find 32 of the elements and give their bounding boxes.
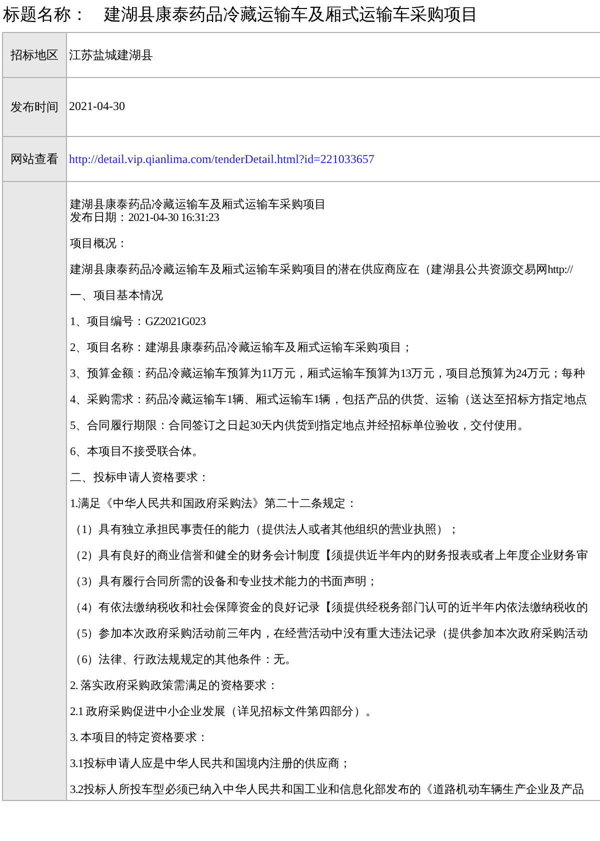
content-paragraph: 6、本项目不接受联合体。 — [70, 445, 205, 459]
field-value: 江苏盐城建湖县 — [69, 47, 153, 64]
content-paragraph: （5）参加本次政府采购活动前三年内，在经营活动中没有重大违法记录（提供参加本次政府采购活动 — [70, 627, 590, 641]
field-label: 网站查看 — [3, 137, 67, 181]
content-paragraph: 5、合同履行期限：合同签订之日起30天内供货到指定地点并经招标单位验收，交付使用。 — [70, 419, 530, 433]
content-paragraph: 项目概况： — [70, 237, 130, 251]
content-paragraph: 3.1投标申请人应是中华人民共和国境内注册的供应商； — [70, 757, 352, 771]
content-heading: 建湖县康泰药品冷藏运输车及厢式运输车采购项目 — [70, 199, 328, 212]
content-paragraph: 1.满足《中华人民共和国政府采购法》第二十二条规定： — [70, 497, 359, 511]
content-paragraph: 2.1 政府采购促进中小企业发展（详见招标文件第四部分）。 — [70, 705, 378, 719]
content-paragraph: （3）具有履行合同所需的设备和专业技术能力的书面声明； — [70, 575, 380, 589]
content-paragraph: 2. 落实政府采购政策需满足的资格要求： — [70, 679, 280, 693]
content-paragraph: 二、投标申请人资格要求： — [70, 471, 211, 485]
title-label: 标题名称： — [3, 4, 88, 26]
title-value: 建湖县康泰药品冷藏运输车及厢式运输车采购项目 — [104, 4, 478, 26]
content-paragraph: 建湖县康泰药品冷藏运输车及厢式运输车采购项目的潜在供应商应在（建湖县公共资源交易网http:// — [70, 263, 574, 277]
detail-link[interactable]: http://detail.vip.qianlima.com/tenderDetail.html?id=221033657 — [69, 150, 374, 168]
content-paragraph: 3.2投标人所投车型必须已纳入中华人民共和国工业和信息化部发布的《道路机动车辆生产企业及产品 — [70, 783, 586, 797]
content-paragraph: 一、项目基本情况 — [70, 289, 164, 303]
content-paragraph: 4、采购需求：药品冷藏运输车1辆、厢式运输车1辆，包括产品的供货、运输（送达至招标方指定地点 — [70, 393, 588, 407]
content-paragraph: （1）具有独立承担民事责任的能力（提供法人或者其他组织的营业执照）； — [70, 523, 461, 537]
field-value: 2021-04-30 — [69, 99, 125, 113]
content-paragraph: 3. 本项目的特定资格要求： — [70, 731, 210, 745]
content-paragraph: 1、项目编号：GZ2021G023 — [70, 315, 207, 329]
content-paragraph: 3、预算金额：药品冷藏运输车预算为11万元，厢式运输车预算为13万元，项目总预算为24万元；每种 — [70, 367, 586, 381]
content-heading: 发布日期：2021-04-30 16:31:23 — [70, 212, 220, 225]
field-label: 招标地区 — [3, 33, 67, 77]
content-paragraph: （2）具有良好的商业信誉和健全的财务会计制度【须提供近半年内的财务报表或者上年度企业财务审 — [70, 549, 590, 563]
content-paragraph: （6）法律、行政法规规定的其他条件：无。 — [70, 653, 298, 667]
content-paragraph: （4）有依法缴纳税收和社会保障资金的良好记录【须提供经税务部门认可的近半年内依法缴纳税收的 — [70, 601, 590, 615]
content-paragraph: 2、项目名称：建湖县康泰药品冷藏运输车及厢式运输车采购项目； — [70, 341, 414, 355]
field-label: 发布时间 — [3, 78, 67, 136]
